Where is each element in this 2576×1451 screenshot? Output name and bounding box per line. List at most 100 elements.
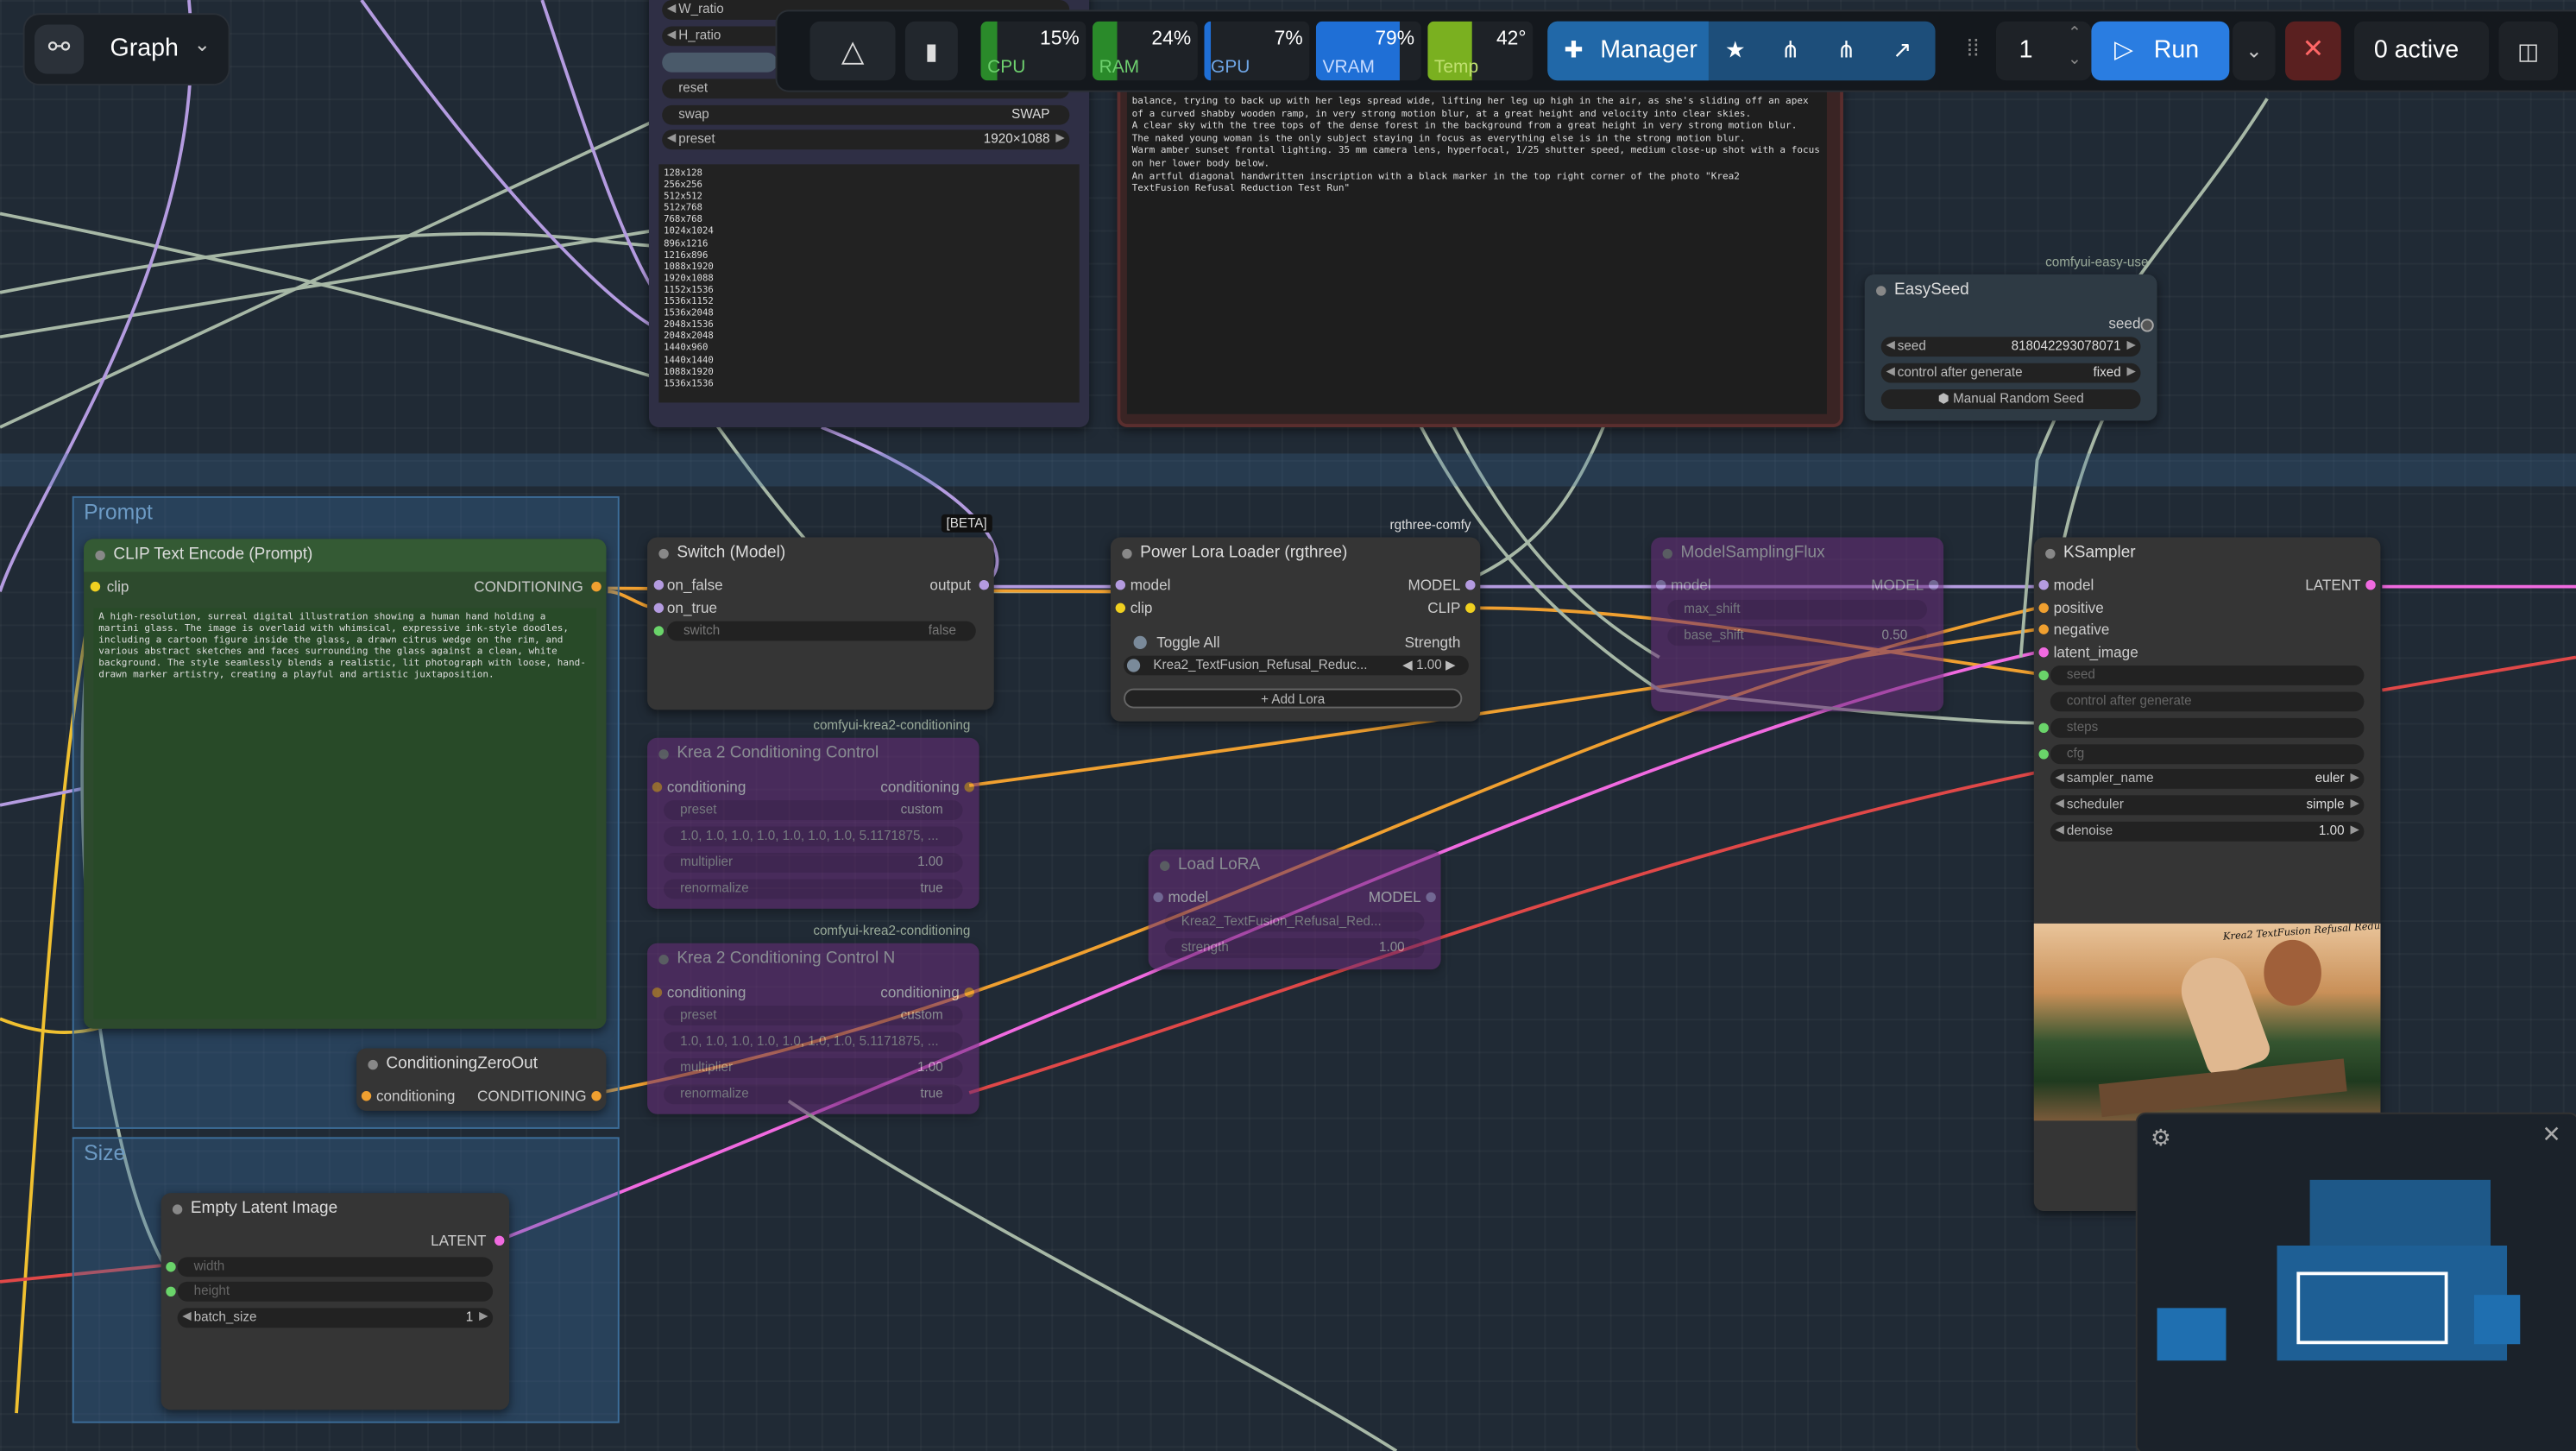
cancel-run-icon[interactable]: ✕ — [2285, 21, 2341, 81]
krea-cond-out-dot[interactable] — [964, 782, 974, 792]
minimap-settings-icon[interactable]: ⚙ — [2151, 1124, 2171, 1151]
load-lora-out-dot[interactable] — [1426, 892, 1436, 903]
msf-in-dot[interactable] — [1655, 580, 1666, 590]
switch-in3-dot[interactable] — [653, 626, 664, 636]
krea-cond-n-out-dot[interactable] — [964, 987, 974, 998]
minimap-viewport[interactable] — [2296, 1271, 2448, 1345]
conditioning-zero-out-node[interactable]: ConditioningZeroOut conditioning CONDITI… — [356, 1048, 607, 1111]
run-button[interactable]: ▷ Run — [2091, 21, 2230, 81]
model-icon[interactable]: ⋔ — [1781, 36, 1800, 64]
krea-cond-n-renormalize[interactable]: renormalize true — [664, 1084, 963, 1105]
ks-seed-dot[interactable] — [2038, 670, 2049, 681]
power-lora-out1-dot[interactable] — [1465, 580, 1476, 590]
msf-max-shift[interactable]: max_shift — [1667, 599, 1928, 620]
swap-widget[interactable]: swap SWAP — [662, 104, 1070, 125]
krea-cond-weights[interactable]: 1.0, 1.0, 1.0, 1.0, 1.0, 1.0, 1.0, 5.117… — [664, 826, 963, 847]
czo-in-dot[interactable] — [361, 1091, 372, 1101]
ks-control-widget[interactable]: control after generate — [2050, 691, 2365, 712]
add-lora-button[interactable]: + Add Lora — [1124, 688, 1463, 709]
switch-in1-dot[interactable] — [653, 580, 664, 590]
switch-model-node[interactable]: Switch (Model) on_false on_true switch fa… — [647, 537, 994, 710]
ks-in-positive-dot[interactable] — [2038, 602, 2049, 614]
manual-random-seed-button[interactable]: ⬢ Manual Random Seed — [1880, 389, 2141, 410]
minimap-panel[interactable]: ⚙ ✕ — [2135, 1112, 2576, 1451]
krea-cond-n-multiplier[interactable]: multiplier 1.00 — [664, 1057, 963, 1078]
queue-count-input[interactable]: 1 ⌃ ⌄ — [1995, 21, 2092, 81]
star-icon[interactable]: ★ — [1725, 36, 1746, 64]
switch-in2-dot[interactable] — [653, 602, 664, 614]
easyseed-seed-widget[interactable]: ◀ seed 818042293078071 ▶ — [1880, 337, 2141, 357]
run-options-chevron-icon[interactable]: ⌄ — [2233, 21, 2276, 81]
clip-text-encode-node[interactable]: CLIP Text Encode (Prompt) clip CONDITION… — [84, 539, 607, 1029]
latent-height-widget[interactable]: height — [177, 1281, 494, 1302]
load-lora-strength[interactable]: strength 1.00 — [1164, 938, 1425, 958]
krea-cond-n-in-dot[interactable] — [652, 987, 663, 998]
krea-cond-renormalize[interactable]: renormalize true — [664, 879, 963, 899]
ks-in-latent-dot[interactable] — [2038, 647, 2049, 658]
power-lora-loader-node[interactable]: Power Lora Loader (rgthree) model clip M… — [1110, 537, 1481, 722]
lora-row[interactable]: Krea2_TextFusion_Refusal_Reduc... ◀ 1.00… — [1124, 655, 1469, 676]
easyseed-control-widget[interactable]: ◀ control after generate fixed ▶ — [1880, 363, 2141, 383]
model-download-icon[interactable]: ⋔ — [1836, 36, 1855, 64]
clip-prompt-text[interactable]: A high-resolution, surreal digital illus… — [93, 608, 597, 1019]
latent-width-dot[interactable] — [166, 1262, 176, 1272]
graph-canvas[interactable]: Prompt Size ◀ W_ratio ◀ H_ratio reset swap… — [0, 0, 2576, 1451]
ks-cfg-dot[interactable] — [2038, 749, 2049, 760]
easyseed-out-dot[interactable] — [2140, 319, 2154, 332]
manager-button[interactable]: ✚ Manager — [1547, 21, 1709, 81]
power-lora-in1-dot[interactable] — [1115, 580, 1126, 590]
ks-sampler-widget[interactable]: ◀ sampler_name euler ▶ — [2050, 768, 2365, 789]
resolution-list[interactable]: 128x128 256x256 512x512 512x768 768x768 … — [658, 164, 1080, 403]
toggle-all-switch[interactable] — [1133, 635, 1147, 649]
msf-out-dot[interactable] — [1928, 580, 1939, 590]
msf-base-shift[interactable]: base_shift 0.50 — [1667, 626, 1928, 647]
ksampler-node[interactable]: KSampler model positive negative latent_… — [2033, 537, 2381, 1212]
latent-out-dot[interactable] — [494, 1235, 505, 1246]
krea-cond-in-dot[interactable] — [652, 782, 663, 792]
bookmark-icon[interactable]: ▮ — [904, 21, 958, 81]
krea2-conditioning-control-n-node[interactable]: Krea 2 Conditioning Control N conditioni… — [647, 943, 979, 1114]
clip-in-dot[interactable] — [90, 581, 101, 592]
ks-steps-dot[interactable] — [2038, 722, 2049, 734]
decrement-icon[interactable]: ⌄ — [2068, 51, 2082, 69]
load-lora-name[interactable]: Krea2_TextFusion_Refusal_Red... — [1164, 912, 1425, 932]
ks-steps-widget[interactable]: steps — [2050, 717, 2365, 738]
ks-out-dot[interactable] — [2365, 580, 2376, 590]
czo-out-dot[interactable] — [591, 1091, 601, 1101]
increment-icon[interactable]: ⌃ — [2068, 25, 2082, 43]
switch-widget[interactable]: switch false — [666, 621, 976, 641]
lora-row-strength-box[interactable]: ◀ 1.00 ▶ — [1402, 656, 1456, 676]
latent-height-dot[interactable] — [166, 1286, 176, 1297]
ks-in-negative-dot[interactable] — [2038, 624, 2049, 634]
model-sampling-flux-node[interactable]: ModelSamplingFlux model MODEL max_shift … — [1651, 537, 1944, 712]
clip-out-dot[interactable] — [591, 581, 601, 592]
power-lora-in2-dot[interactable] — [1115, 602, 1126, 614]
preview-image[interactable]: Krea2 TextFusion Refusal Reduction Test … — [2033, 923, 2381, 1121]
krea-cond-multiplier[interactable]: multiplier 1.00 — [664, 853, 963, 873]
minimap-close-icon[interactable]: ✕ — [2542, 1120, 2561, 1148]
graph-selector[interactable]: ⚯ Graph ⌄ — [22, 13, 230, 85]
empty-latent-image-node[interactable]: Empty Latent Image LATENT width height ◀… — [161, 1193, 510, 1410]
krea-cond-preset[interactable]: preset custom — [664, 800, 963, 820]
load-lora-node[interactable]: Load LoRA model MODEL Krea2_TextFusion_R… — [1148, 849, 1441, 970]
krea-cond-n-preset[interactable]: preset custom — [664, 1006, 963, 1025]
lora-row-toggle[interactable] — [1126, 659, 1141, 672]
preset-widget[interactable]: ◀ preset 1920×1088 ▶ — [662, 129, 1070, 150]
krea2-conditioning-control-node[interactable]: Krea 2 Conditioning Control conditioning… — [647, 737, 979, 909]
ks-cfg-widget[interactable]: cfg — [2050, 744, 2365, 765]
ks-seed-widget[interactable]: seed — [2050, 665, 2365, 685]
power-lora-out2-dot[interactable] — [1465, 602, 1476, 614]
prompt-note-node[interactable]: balance, trying to back up with her legs… — [1117, 49, 1843, 427]
share-icon[interactable]: ↗ — [1893, 36, 1912, 64]
logo-icon[interactable]: △ — [809, 21, 896, 81]
ks-scheduler-widget[interactable]: ◀ scheduler simple ▶ — [2050, 795, 2365, 816]
latent-width-widget[interactable]: width — [177, 1257, 494, 1278]
toggle-panel-icon[interactable]: ◫ — [2498, 21, 2559, 81]
ks-in-model-dot[interactable] — [2038, 580, 2049, 590]
ks-denoise-widget[interactable]: ◀ denoise 1.00 ▶ — [2050, 821, 2365, 842]
latent-batch-widget[interactable]: ◀ batch_size 1 ▶ — [177, 1308, 494, 1328]
switch-out-dot[interactable] — [979, 580, 990, 590]
prompt-note-text[interactable]: balance, trying to back up with her legs… — [1126, 91, 1827, 414]
krea-cond-n-weights[interactable]: 1.0, 1.0, 1.0, 1.0, 1.0, 1.0, 1.0, 5.117… — [664, 1031, 963, 1052]
drag-handle-icon[interactable]: ⁞⁞ — [1967, 35, 1980, 60]
